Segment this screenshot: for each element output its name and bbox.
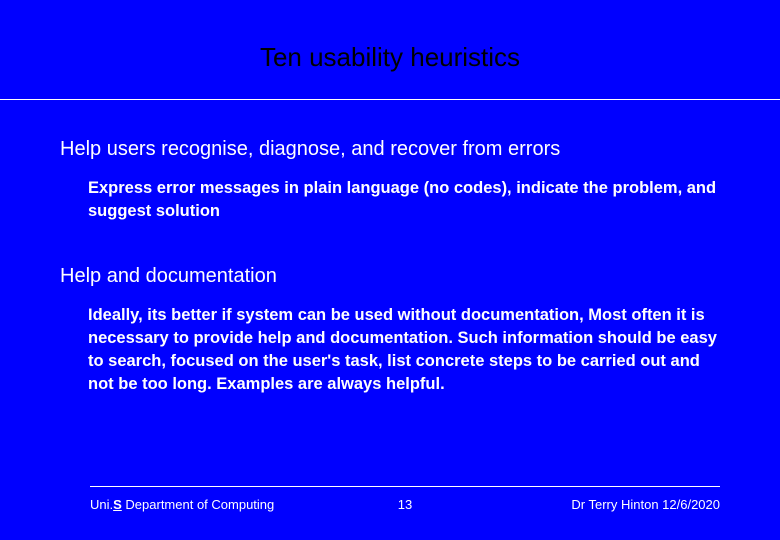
- footer-row: Uni.S Department of Computing 13 Dr Terr…: [90, 497, 720, 512]
- uni-prefix: Uni.: [90, 497, 113, 512]
- author-date: Dr Terry Hinton 12/6/2020: [510, 497, 720, 512]
- content-area: Help users recognise, diagnose, and reco…: [0, 100, 780, 397]
- footer-affiliation: Uni.S Department of Computing: [90, 497, 300, 512]
- section-heading: Help users recognise, diagnose, and reco…: [60, 138, 720, 161]
- section-body: Express error messages in plain language…: [88, 177, 720, 223]
- uni-s: S: [113, 497, 122, 512]
- footer-divider: [90, 486, 720, 487]
- slide-title: Ten usability heuristics: [0, 42, 780, 73]
- title-area: Ten usability heuristics: [0, 0, 780, 73]
- dept-label: Department of Computing: [122, 497, 274, 512]
- section-body: Ideally, its better if system can be use…: [88, 304, 720, 396]
- footer: Uni.S Department of Computing 13 Dr Terr…: [0, 486, 780, 540]
- page-number: 13: [300, 497, 510, 512]
- section-heading: Help and documentation: [60, 265, 720, 288]
